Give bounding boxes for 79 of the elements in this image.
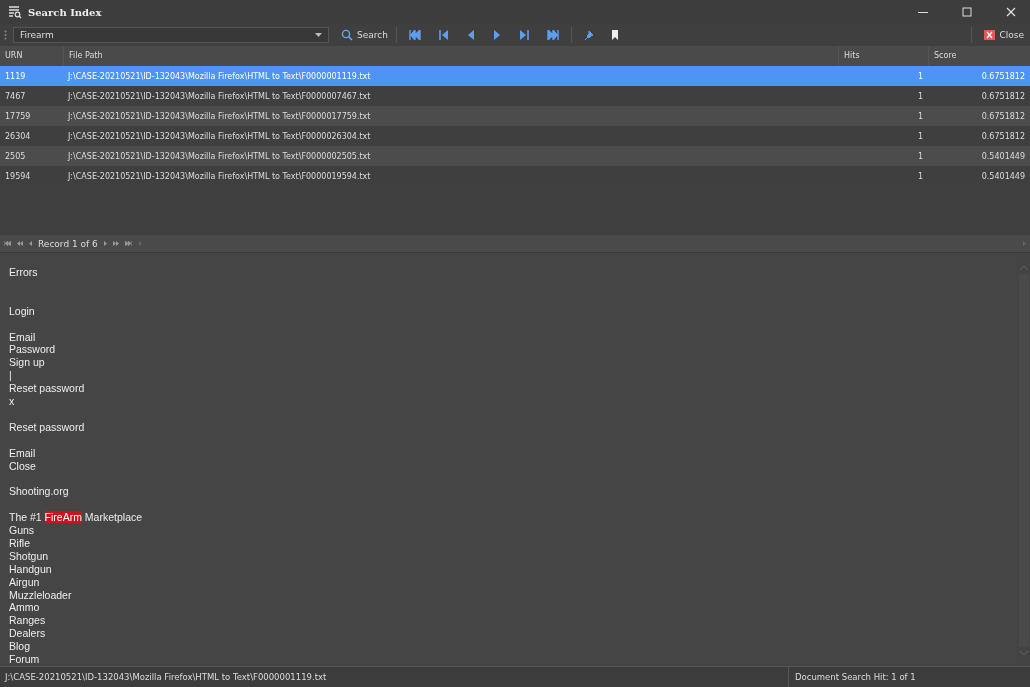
document-text-line: Email xyxy=(9,446,36,460)
document-text-line: Errors xyxy=(9,266,38,279)
last-record-icon[interactable] xyxy=(546,30,559,40)
document-text-line: Handgun xyxy=(9,562,52,576)
table-cell-text: 1 xyxy=(916,91,924,101)
document-text-line: Email xyxy=(9,330,36,344)
maximize-icon[interactable] xyxy=(962,7,972,17)
table-cell-text: J:\CASE-20210521\ID-132043\Mozilla Firefox\HTML to Text\F0000017759.txt xyxy=(66,111,372,121)
table-cell-text: 0.6751812 xyxy=(980,131,1026,141)
table-cell-text: J:\CASE-20210521\ID-132043\Mozilla Firefox\HTML to Text\F0000001119.txt xyxy=(66,71,372,81)
search-list-icon xyxy=(8,5,22,19)
last-record-icon[interactable] xyxy=(124,241,132,246)
search-combo-field[interactable]: Firearm xyxy=(13,27,329,43)
document-text-line: Shotgun xyxy=(9,549,49,563)
table-cell-text: J:\CASE-20210521\ID-132043\Mozilla Firefox\HTML to Text\F0000007467.txt xyxy=(66,91,372,101)
document-text-line: Airgun xyxy=(9,575,40,589)
document-text-line: Ranges xyxy=(9,614,46,628)
table-cell-text: 17759 xyxy=(4,111,32,121)
table-cell-text: J:\CASE-20210521\ID-132043\Mozilla Firefox\HTML to Text\F0000002505.txt xyxy=(66,151,372,161)
document-text-line: x xyxy=(9,395,15,408)
search-icon xyxy=(341,29,353,41)
document-text-line: Ammo xyxy=(9,601,40,615)
table-cell-text: 1 xyxy=(916,131,924,141)
table-cell-text: J:\CASE-20210521\ID-132043\Mozilla Firefox\HTML to Text\F0000019594.txt xyxy=(66,171,372,181)
table-cell-text: 1 xyxy=(916,151,924,161)
pin-icon[interactable] xyxy=(583,30,594,40)
search-button[interactable]: Search xyxy=(339,29,390,41)
document-text-line: Close xyxy=(9,459,36,473)
table-cell-text: 1 xyxy=(916,171,924,181)
table-cell-text: 1119 xyxy=(4,71,27,81)
document-text-line: Shooting.org xyxy=(9,485,69,499)
first-page-icon[interactable] xyxy=(438,30,449,40)
table-row[interactable]: 2505 J:\CASE-20210521\ID-132043\Mozilla Firefox\HTML to Text\F0000002505.txt 1 0.5401449 xyxy=(0,146,1030,166)
document-text-line: Sign up xyxy=(9,356,45,370)
bookmark-icon[interactable] xyxy=(611,30,618,40)
close-icon xyxy=(984,30,996,40)
document-text-line: Rifle xyxy=(9,536,30,550)
table-row[interactable]: 17759 J:\CASE-20210521\ID-132043\Mozilla Firefox\HTML to Text\F0000017759.txt 1 0.6751812 xyxy=(0,106,1030,126)
table-cell-text: 1 xyxy=(916,71,924,81)
previous-icon[interactable] xyxy=(466,30,475,40)
table-cell-text: 0.5401449 xyxy=(980,171,1026,181)
document-text-line: Reset password xyxy=(9,420,85,434)
close-button[interactable]: Close xyxy=(982,30,1026,40)
document-text-line: Reset password xyxy=(9,382,85,396)
table-cell-text: 26304 xyxy=(4,131,32,141)
table-cell-text: J:\CASE-20210521\ID-132043\Mozilla Firefox\HTML to Text\F0000026304.txt xyxy=(66,131,372,141)
previous-page-icon[interactable] xyxy=(17,241,23,246)
dropdown-caret-icon[interactable] xyxy=(315,33,322,37)
table-cell-text: 0.6751812 xyxy=(980,71,1026,81)
table-cell-text: 0.5401449 xyxy=(980,151,1026,161)
close-icon[interactable] xyxy=(1006,7,1016,17)
table-cell-text: 7467 xyxy=(4,91,27,101)
table-cell-text: 2505 xyxy=(4,151,27,161)
table-cell-text: 0.6751812 xyxy=(980,111,1026,121)
status-file-path: J:\CASE-20210521\ID-132043\Mozilla Firefox\HTML to Text\F0000001119.txt xyxy=(0,667,789,687)
table-cell-text: 19594 xyxy=(4,171,32,181)
document-text-line: Muzzleloader xyxy=(9,588,72,602)
window-title: Search Index xyxy=(28,6,102,18)
document-text-line: Forum xyxy=(9,653,40,666)
document-text-line: Blog xyxy=(9,640,30,654)
document-text-line: The #1 FireArm Marketplace xyxy=(9,511,143,525)
next-icon[interactable] xyxy=(103,241,107,246)
document-text-line: Login xyxy=(9,304,35,318)
document-text-line: Guns xyxy=(9,524,35,537)
next-icon[interactable] xyxy=(492,30,501,40)
grip-icon xyxy=(4,30,7,40)
column-header[interactable]: URN xyxy=(0,46,63,66)
document-text-line: | xyxy=(9,369,12,383)
document-text-line: Dealers xyxy=(9,627,46,641)
first-record-icon[interactable] xyxy=(408,30,421,40)
last-page-icon[interactable] xyxy=(518,30,529,40)
first-record-icon[interactable] xyxy=(4,241,11,246)
previous-icon[interactable] xyxy=(29,241,32,246)
table-cell-text: 0.6751812 xyxy=(980,91,1026,101)
document-text-line: Password xyxy=(9,343,56,357)
record-counter: Record 1 of 6 xyxy=(38,238,98,249)
next-page-icon[interactable] xyxy=(112,241,119,246)
table-cell-text: 1 xyxy=(916,111,924,121)
status-search-hit: Document Search Hit: 1 of 1 xyxy=(794,672,916,682)
